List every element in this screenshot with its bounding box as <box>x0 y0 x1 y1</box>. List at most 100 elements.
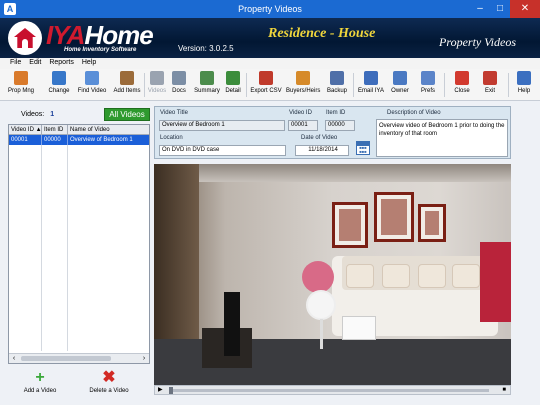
chart-icon <box>226 71 240 85</box>
videos-count: Videos: 1 <box>21 111 55 118</box>
add-items-button[interactable]: Add Items <box>112 71 142 99</box>
exit-button[interactable]: Exit <box>480 71 500 99</box>
magnifier-icon <box>85 71 99 85</box>
video-details-panel: Video Title Overview of Bedroom 1 Video … <box>154 106 511 159</box>
app-banner: IYAHome Home Inventory Software Version:… <box>0 18 540 58</box>
close-circle-icon <box>455 71 469 85</box>
delete-video-button[interactable]: ✖ Delete a Video <box>86 369 132 395</box>
prop-mng-button[interactable]: Prop Mng <box>6 71 36 99</box>
volume-icon[interactable]: ■ <box>502 387 506 394</box>
column-name[interactable]: Name of Video <box>68 125 148 134</box>
add-video-button[interactable]: + Add a Video <box>20 369 60 395</box>
detail-button[interactable]: Detail <box>224 71 242 99</box>
horizontal-scrollbar[interactable]: ‹ › <box>9 353 149 363</box>
cell-name: Overview of Bedroom 1 <box>70 137 133 143</box>
menu-reports[interactable]: Reports <box>45 58 78 69</box>
house-logo-icon <box>8 21 42 55</box>
video-controls: ▶ ■ <box>154 385 511 395</box>
exit-door-icon <box>483 71 497 85</box>
wall-picture-center <box>374 192 414 242</box>
description-field[interactable]: Overview video of Bedroom 1 prior to doi… <box>376 119 508 157</box>
video-player[interactable] <box>154 164 511 385</box>
clipboard-icon <box>200 71 214 85</box>
box-icon <box>120 71 134 85</box>
column-video-id[interactable]: Video ID ▲ <box>9 125 42 134</box>
buyers-heirs-button[interactable]: Buyers/Heirs <box>286 71 320 99</box>
scroll-right-icon[interactable]: › <box>139 354 149 363</box>
play-icon[interactable]: ▶ <box>158 387 163 394</box>
date-label: Date of Video <box>301 135 338 141</box>
table-row[interactable]: 00001 00000 Overview of Bedroom 1 <box>9 135 149 145</box>
calendar-icon[interactable]: ■■■ ■■■ <box>356 141 370 155</box>
minimize-button[interactable]: – <box>470 0 490 18</box>
wall-picture-left <box>332 202 368 248</box>
scroll-left-icon[interactable]: ‹ <box>9 354 19 363</box>
seek-handle[interactable] <box>169 387 173 394</box>
video-id-field[interactable]: 00001 <box>288 120 318 131</box>
export-csv-button[interactable]: Export CSV <box>250 71 282 99</box>
item-id-field[interactable]: 00000 <box>325 120 355 131</box>
video-list-panel: Videos: 1 All Videos Video ID ▲ Item ID N… <box>6 106 150 396</box>
videos-button[interactable]: Videos <box>147 71 167 99</box>
date-field[interactable]: 11/18/2014 <box>295 145 349 156</box>
person-icon <box>52 71 66 85</box>
docs-button[interactable]: Docs <box>171 71 187 99</box>
description-label: Description of Video <box>387 110 441 116</box>
wall-picture-right <box>418 204 446 242</box>
gear-icon <box>421 71 435 85</box>
section-title: Property Videos <box>439 35 516 49</box>
collection-name: Residence - House <box>268 26 376 41</box>
summary-button[interactable]: Summary <box>193 71 221 99</box>
item-id-label: Item ID <box>326 110 346 116</box>
owner-button[interactable]: Owner <box>389 71 411 99</box>
column-item-id[interactable]: Item ID <box>42 125 68 134</box>
envelope-icon <box>364 71 378 85</box>
version-label: Version: 3.0.2.5 <box>178 44 234 53</box>
cell-video-id: 00001 <box>9 135 42 145</box>
change-button[interactable]: Change <box>46 71 72 99</box>
menu-file[interactable]: File <box>6 58 25 69</box>
delete-x-icon: ✖ <box>102 369 116 386</box>
menu-edit[interactable]: Edit <box>25 58 45 69</box>
video-id-label: Video ID <box>289 110 312 116</box>
find-video-button[interactable]: Find Video <box>76 71 108 99</box>
cell-item-id: 00000 <box>42 135 68 145</box>
video-frame-ball <box>302 261 334 293</box>
document-icon <box>172 71 186 85</box>
owner-icon <box>393 71 407 85</box>
videos-count-value: 1 <box>50 111 55 118</box>
close-window-button[interactable]: ✕ <box>510 0 540 18</box>
grid-header: Video ID ▲ Item ID Name of Video <box>9 125 149 135</box>
email-iya-button[interactable]: Email IYA <box>357 71 385 99</box>
plus-icon: + <box>35 369 45 386</box>
toolbar: Prop Mng Change Find Video Add Items Vid… <box>0 69 540 101</box>
location-field[interactable]: On DVD in DVD case <box>159 145 286 156</box>
menu-help[interactable]: Help <box>78 58 100 69</box>
disk-icon <box>330 71 344 85</box>
window-title-bar: A Property Videos – □ ✕ <box>0 0 540 18</box>
window-title: Property Videos <box>238 4 302 14</box>
app-logo-subtitle: Home Inventory Software <box>64 47 137 53</box>
prefs-button[interactable]: Prefs <box>418 71 438 99</box>
all-videos-button[interactable]: All Videos <box>104 108 150 121</box>
maximize-button[interactable]: □ <box>490 0 510 18</box>
help-button[interactable]: Help <box>514 71 534 99</box>
group-icon <box>296 71 310 85</box>
video-grid[interactable]: Video ID ▲ Item ID Name of Video 00001 0… <box>8 124 150 364</box>
video-frame-tv <box>224 292 240 356</box>
scroll-thumb[interactable] <box>21 356 111 361</box>
close-button[interactable]: Close <box>451 71 473 99</box>
backup-button[interactable]: Backup <box>325 71 349 99</box>
location-label: Location <box>160 135 183 141</box>
people-icon <box>14 71 28 85</box>
menu-bar: File Edit Reports Help <box>0 58 540 69</box>
film-icon <box>150 71 164 85</box>
video-frame-clothes <box>480 242 511 322</box>
grid-empty-area <box>9 145 149 351</box>
help-icon <box>517 71 531 85</box>
video-title-label: Video Title <box>160 110 188 116</box>
export-arrow-icon <box>259 71 273 85</box>
seek-bar[interactable] <box>169 389 489 392</box>
video-title-field[interactable]: Overview of Bedroom 1 <box>159 120 285 131</box>
video-frame-fan <box>306 290 336 320</box>
